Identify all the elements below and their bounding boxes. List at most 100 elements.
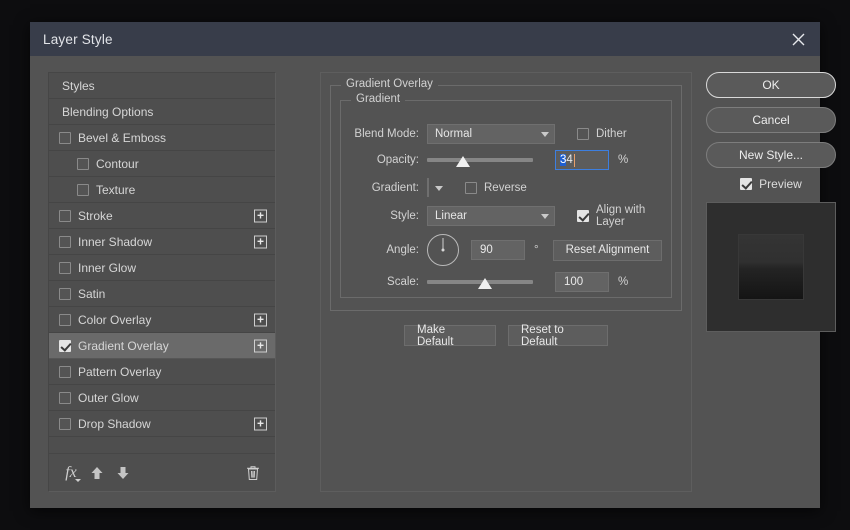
add-effect-icon[interactable]: + (254, 417, 267, 430)
style-row-label: Inner Glow (78, 260, 137, 275)
add-effect-icon[interactable]: + (254, 313, 267, 326)
opacity-row: Opacity: 34 % (341, 149, 671, 171)
ok-button[interactable]: OK (706, 72, 836, 98)
make-default-button[interactable]: Make Default (404, 323, 496, 348)
reverse-label: Reverse (484, 182, 527, 194)
add-effect-icon[interactable]: + (254, 339, 267, 352)
style-row-checkbox[interactable] (59, 235, 71, 248)
style-row-stroke[interactable]: Stroke + (49, 203, 275, 229)
gradient-swatch[interactable] (427, 178, 429, 197)
style-row-label: Blending Options (62, 104, 154, 119)
angle-input[interactable]: 90 (471, 240, 525, 260)
gradient-label: Gradient: (371, 182, 419, 194)
style-row-inner-shadow[interactable]: Inner Shadow + (49, 229, 275, 255)
chevron-down-icon[interactable] (435, 186, 443, 191)
blend-mode-select[interactable]: Normal (427, 124, 555, 144)
trash-icon[interactable] (240, 460, 266, 486)
scale-slider-thumb[interactable] (478, 278, 493, 289)
style-select[interactable]: Linear (427, 206, 555, 226)
text-caret (573, 153, 575, 167)
style-row-checkbox[interactable] (59, 391, 71, 404)
add-effect-icon[interactable]: + (254, 209, 267, 222)
actions-column: OK Cancel New Style... Preview (706, 72, 836, 332)
style-row-satin[interactable]: Satin (49, 281, 275, 307)
style-row-outer-glow[interactable]: Outer Glow (49, 385, 275, 411)
style-row-color-overlay[interactable]: Color Overlay + (49, 307, 275, 333)
dither-checkbox-box (577, 128, 589, 140)
arrow-down-icon[interactable] (110, 460, 136, 486)
style-row-checkbox[interactable] (77, 183, 89, 196)
scale-slider[interactable] (427, 273, 533, 291)
reverse-checkbox-box (465, 182, 477, 194)
angle-unit: ° (534, 244, 539, 256)
style-row-label: Gradient Overlay (78, 338, 169, 353)
opacity-slider-track (427, 158, 533, 162)
style-select-wrap: Linear (427, 206, 555, 226)
style-row-pattern-overlay[interactable]: Pattern Overlay (49, 359, 275, 385)
angle-label: Angle: (386, 244, 419, 256)
reset-alignment-button[interactable]: Reset Alignment (552, 239, 663, 261)
style-row-label: Stroke (78, 208, 113, 223)
reverse-checkbox[interactable]: Reverse (465, 182, 527, 194)
style-row-checkbox[interactable] (59, 339, 71, 352)
opacity-unit: % (618, 154, 629, 166)
arrow-up-icon[interactable] (84, 460, 110, 486)
style-row-label: Styles (62, 78, 95, 93)
style-row-blending-options[interactable]: Blending Options (49, 99, 275, 125)
style-row-drop-shadow[interactable]: Drop Shadow + (49, 411, 275, 437)
style-row-label: Drop Shadow (78, 416, 151, 431)
arrow-down-glyph (117, 466, 129, 479)
style-row-bevel-emboss[interactable]: Bevel & Emboss (49, 125, 275, 151)
dither-checkbox[interactable]: Dither (577, 128, 627, 140)
style-row-checkbox[interactable] (59, 131, 71, 144)
style-row-styles[interactable]: Styles (49, 73, 275, 99)
style-label: Style: (390, 210, 419, 222)
styles-list[interactable]: Styles Blending Options Bevel & Emboss Cont… (49, 73, 275, 453)
dialog-title: Layer Style (43, 31, 113, 47)
align-with-layer-checkbox-box (577, 210, 589, 222)
gradient-group: Gradient Blend Mode: Normal Dither Opaci… (340, 93, 672, 298)
style-row-checkbox[interactable] (59, 417, 71, 430)
opacity-input[interactable]: 34 (555, 150, 609, 170)
make-default-label: Make Default (417, 323, 454, 348)
close-icon[interactable] (776, 22, 820, 56)
angle-dial[interactable] (427, 234, 459, 266)
style-row: Style: Linear Align with Layer (341, 204, 671, 228)
style-row-contour[interactable]: Contour (49, 151, 275, 177)
blend-mode-row: Blend Mode: Normal Dither (341, 123, 671, 145)
new-style-button[interactable]: New Style... (706, 142, 836, 168)
align-with-layer-checkbox[interactable]: Align with Layer (577, 204, 671, 228)
blend-mode-value: Normal (435, 128, 473, 140)
arrow-up-glyph (91, 466, 103, 479)
style-row-checkbox[interactable] (59, 287, 71, 300)
preview-thumbnail (706, 202, 836, 332)
preview-checkbox[interactable]: Preview (706, 177, 836, 191)
style-row-gradient-overlay[interactable]: Gradient Overlay + (49, 333, 275, 359)
cancel-button[interactable]: Cancel (706, 107, 836, 133)
preview-swatch (738, 234, 804, 300)
style-row-label: Contour (96, 156, 139, 171)
reset-to-default-button[interactable]: Reset to Default (508, 324, 608, 348)
style-row-checkbox[interactable] (59, 313, 71, 326)
preview-checkbox-box (740, 178, 753, 190)
layer-style-dialog: Layer Style Styles Blending Options Bevel … (30, 22, 836, 508)
style-row-label: Color Overlay (78, 312, 152, 327)
opacity-slider-thumb[interactable] (456, 156, 471, 167)
style-row-inner-glow[interactable]: Inner Glow (49, 255, 275, 281)
style-row-texture[interactable]: Texture (49, 177, 275, 203)
dialog-titlebar: Layer Style (30, 22, 820, 56)
add-effect-icon[interactable]: + (254, 235, 267, 248)
style-row-checkbox[interactable] (59, 365, 71, 378)
scale-label: Scale: (387, 276, 419, 288)
scale-input[interactable]: 100 (555, 272, 609, 292)
cancel-label: Cancel (752, 113, 790, 127)
style-row-checkbox[interactable] (59, 209, 71, 222)
default-buttons-row: Make Default Reset to Default (321, 323, 691, 348)
fx-icon[interactable]: fx (58, 460, 84, 486)
scale-value: 100 (564, 276, 584, 288)
opacity-slider[interactable] (427, 151, 533, 169)
styles-toolbar: fx (49, 453, 275, 491)
style-row-checkbox[interactable] (59, 261, 71, 274)
style-row-checkbox[interactable] (77, 157, 89, 170)
dialog-body: Styles Blending Options Bevel & Emboss Cont… (30, 56, 836, 508)
